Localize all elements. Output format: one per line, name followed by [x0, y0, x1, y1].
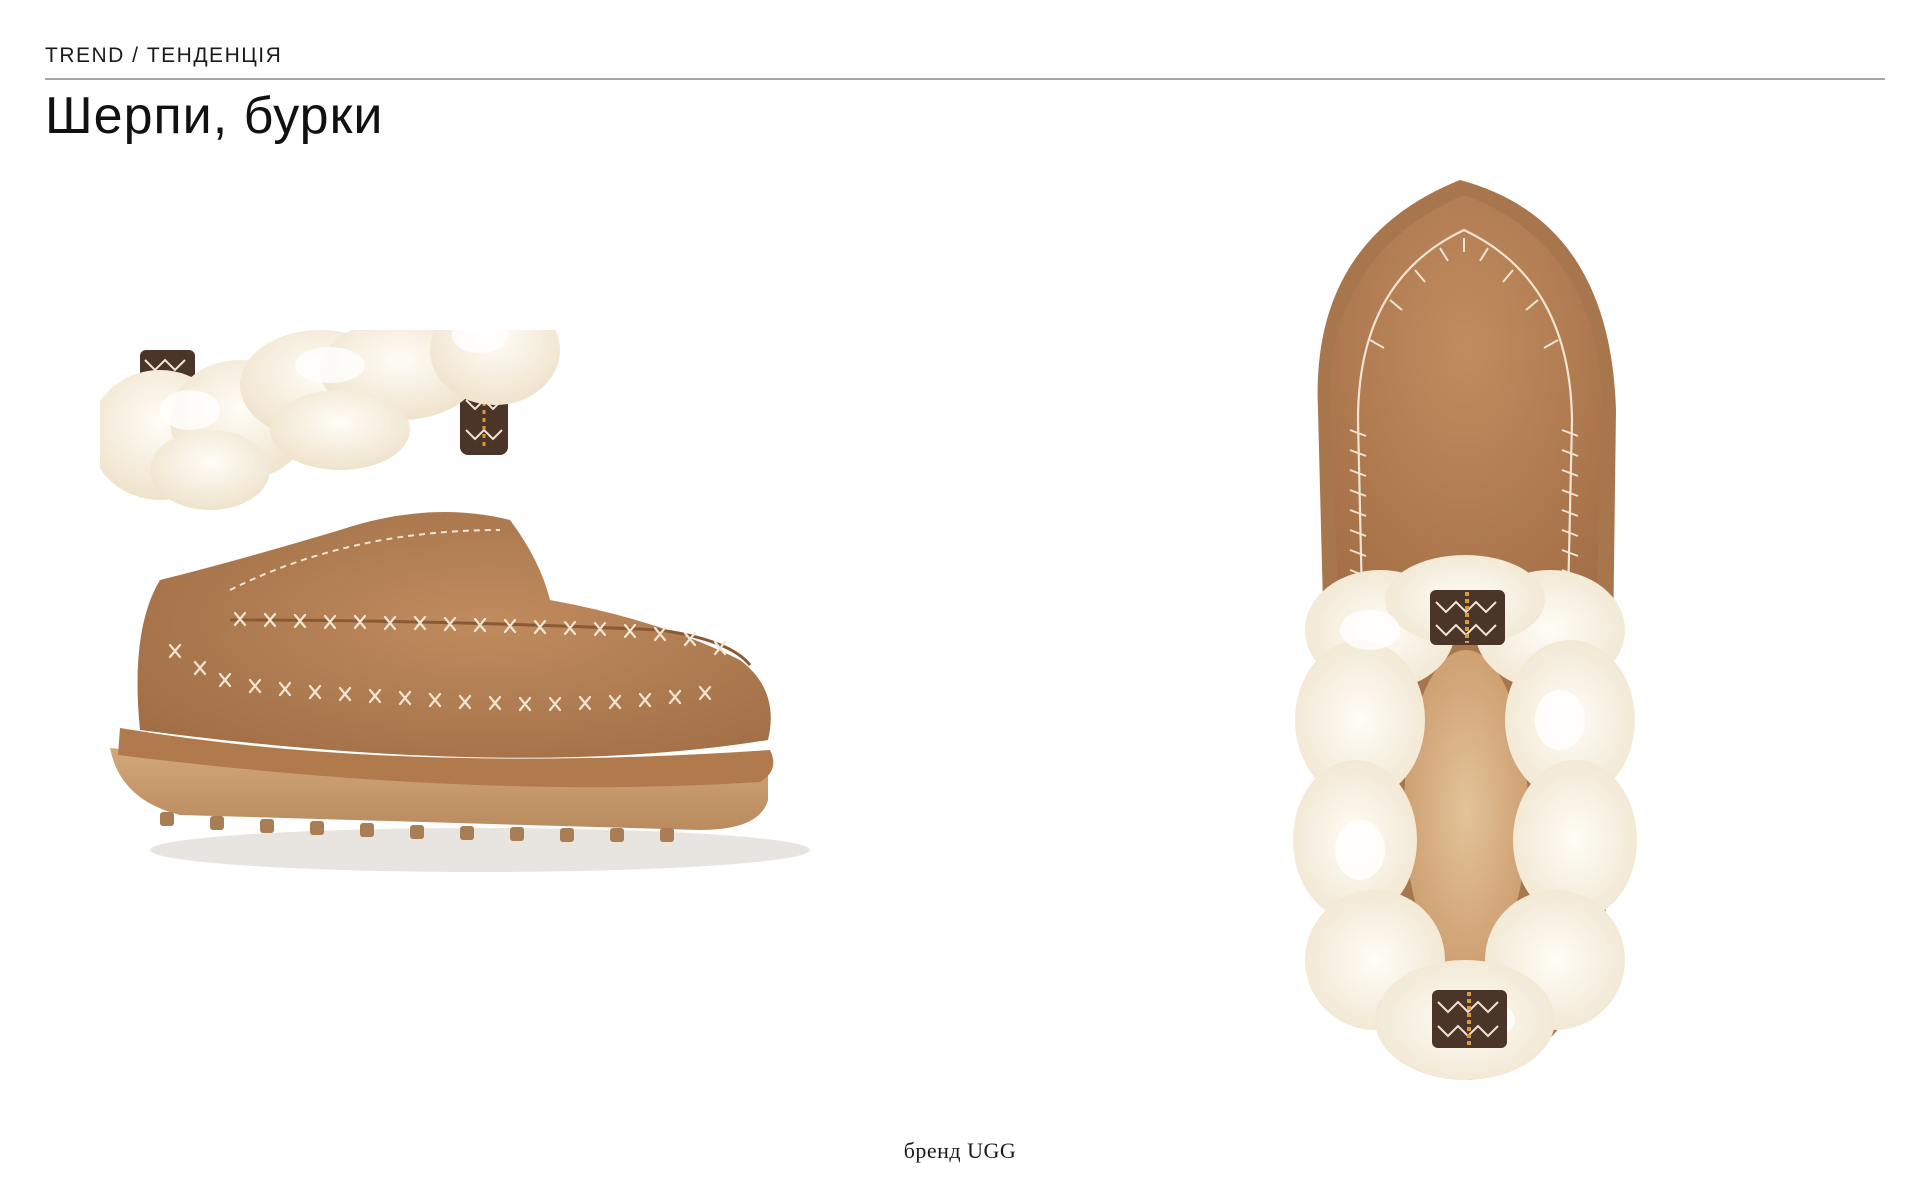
- caption: бренд UGG: [903, 1138, 1017, 1163]
- slipper-top-view-image: [1293, 180, 1637, 1080]
- page-title: Шерпи, бурки: [45, 87, 384, 145]
- kicker: TREND / ТЕНДЕНЦІЯ: [45, 44, 283, 67]
- slipper-side-view-image: [100, 330, 810, 872]
- header-divider: [45, 78, 1885, 80]
